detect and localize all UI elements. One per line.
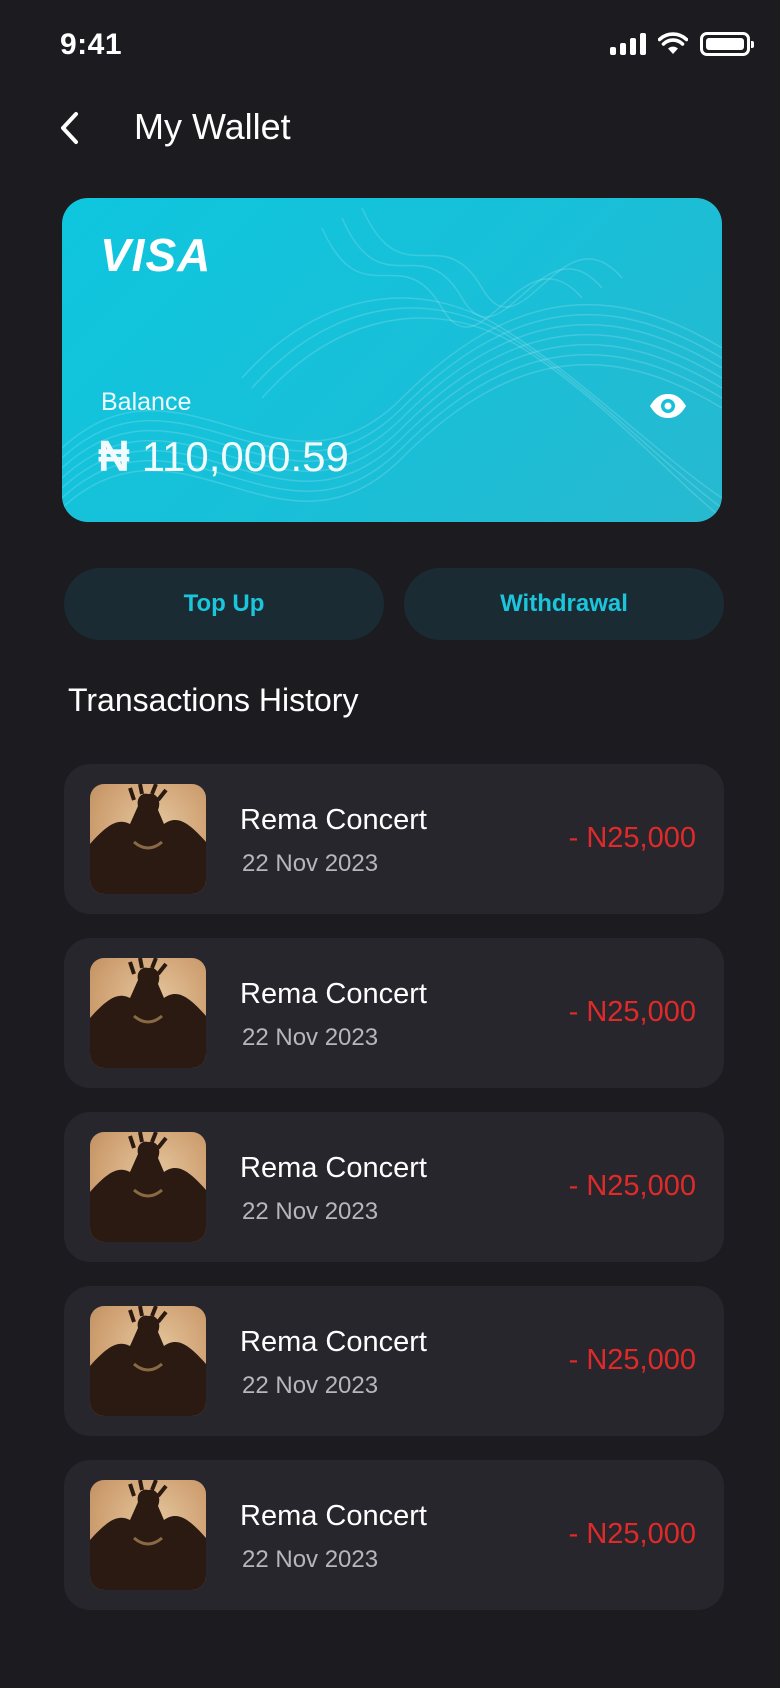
status-icons — [610, 32, 754, 56]
chevron-left-icon — [61, 112, 78, 144]
transactions-list: Rema Concert 22 Nov 2023 - N25,000 Rema … — [64, 764, 724, 1634]
toggle-balance-visibility-button[interactable] — [646, 384, 690, 428]
eye-icon — [650, 394, 686, 418]
transaction-date: 22 Nov 2023 — [242, 1198, 379, 1225]
visa-card: VISA Balance ₦ 110,000.59 — [62, 198, 722, 522]
status-bar: 9:41 — [0, 0, 780, 92]
transaction-name: Rema Concert — [240, 978, 427, 1010]
transaction-item[interactable]: Rema Concert 22 Nov 2023 - N25,000 — [64, 1112, 724, 1262]
transaction-item[interactable]: Rema Concert 22 Nov 2023 - N25,000 — [64, 1286, 724, 1436]
status-time: 9:41 — [60, 28, 123, 61]
transaction-amount: - N25,000 — [568, 1170, 696, 1202]
balance-label: Balance — [101, 388, 192, 416]
transaction-amount: - N25,000 — [568, 1344, 696, 1376]
transaction-date: 22 Nov 2023 — [242, 1372, 379, 1399]
balance-amount: ₦ 110,000.59 — [98, 432, 349, 482]
transaction-amount: - N25,000 — [568, 822, 696, 854]
transaction-item[interactable]: Rema Concert 22 Nov 2023 - N25,000 — [64, 764, 724, 914]
battery-icon — [700, 32, 754, 56]
transaction-name: Rema Concert — [240, 1326, 427, 1358]
visa-logo: VISA — [100, 229, 212, 281]
wallet-screen: 9:41 My Wallet VISA Balance ₦ 110,000.59… — [0, 0, 780, 1688]
transaction-amount: - N25,000 — [568, 1518, 696, 1550]
transaction-name: Rema Concert — [240, 1500, 427, 1532]
transaction-date: 22 Nov 2023 — [242, 1024, 379, 1051]
event-thumbnail — [90, 958, 206, 1068]
transaction-item[interactable]: Rema Concert 22 Nov 2023 - N25,000 — [64, 1460, 724, 1610]
transaction-name: Rema Concert — [240, 804, 427, 836]
wifi-icon — [658, 32, 688, 54]
transaction-amount: - N25,000 — [568, 996, 696, 1028]
wallet-actions: Top Up Withdrawal — [64, 568, 724, 640]
header: My Wallet — [0, 96, 780, 160]
event-thumbnail — [90, 1480, 206, 1590]
balance-value: 110,000.59 — [141, 433, 349, 480]
transaction-item[interactable]: Rema Concert 22 Nov 2023 - N25,000 — [64, 938, 724, 1088]
transaction-name: Rema Concert — [240, 1152, 427, 1184]
withdrawal-button[interactable]: Withdrawal — [404, 568, 724, 640]
transaction-date: 22 Nov 2023 — [242, 850, 379, 877]
back-button[interactable] — [48, 106, 92, 150]
event-thumbnail — [90, 1306, 206, 1416]
transaction-date: 22 Nov 2023 — [242, 1546, 379, 1573]
page-title: My Wallet — [134, 106, 291, 147]
currency-symbol: ₦ — [98, 432, 130, 481]
signal-icon — [610, 33, 646, 55]
event-thumbnail — [90, 1132, 206, 1242]
transactions-title: Transactions History — [68, 682, 359, 718]
event-thumbnail — [90, 784, 206, 894]
top-up-button[interactable]: Top Up — [64, 568, 384, 640]
